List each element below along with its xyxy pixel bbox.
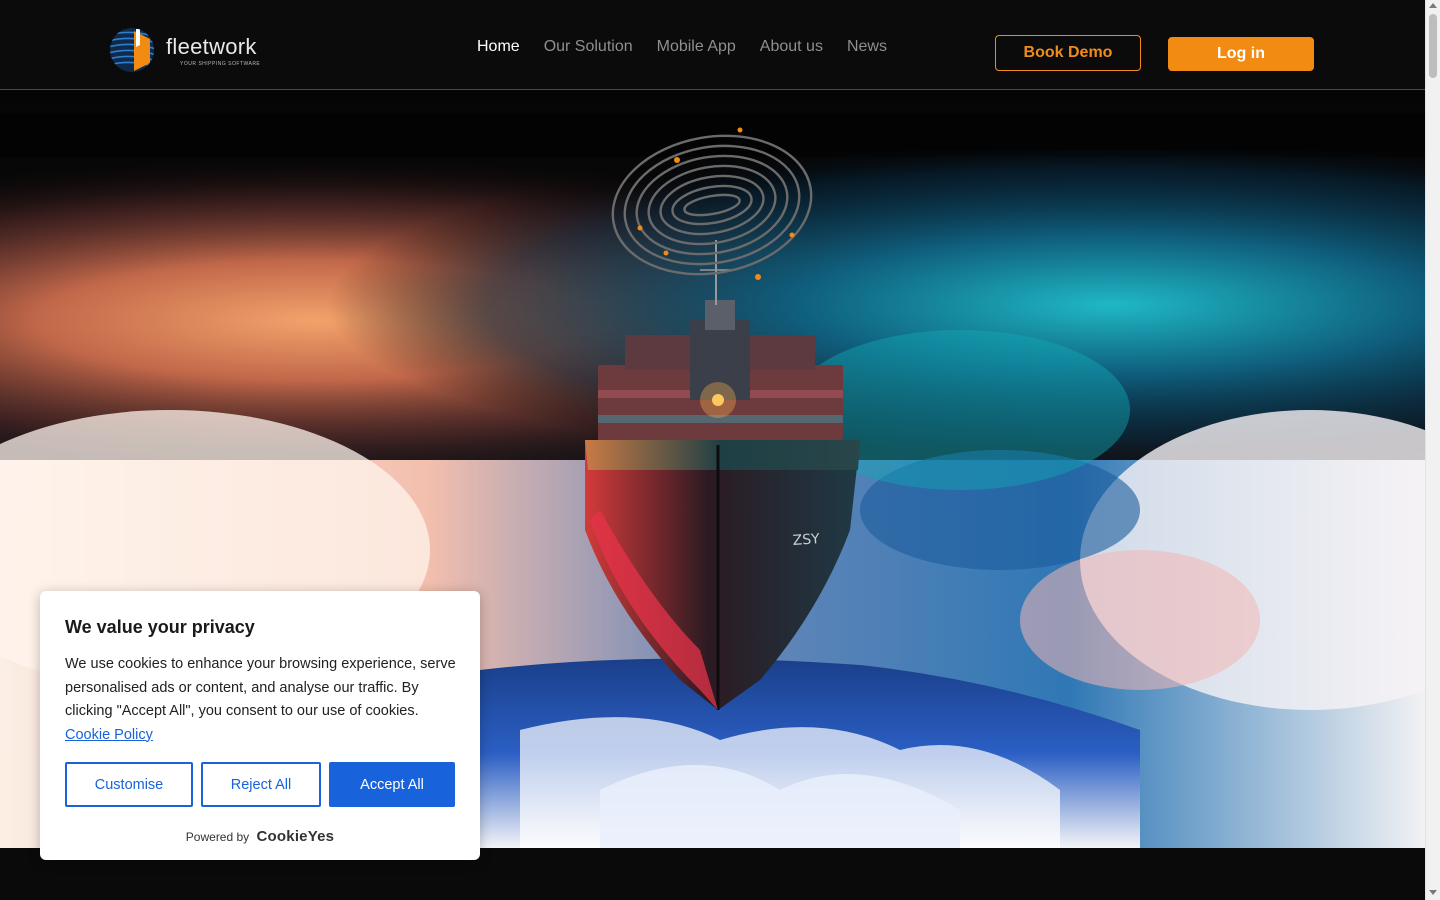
nav-news[interactable]: News [847, 38, 887, 56]
main-nav: Home Our Solution Mobile App About us Ne… [477, 38, 887, 56]
cookie-body-text: We use cookies to enhance your browsing … [65, 656, 456, 719]
book-demo-button[interactable]: Book Demo [995, 35, 1141, 71]
cookieyes-logo[interactable]: CookieYes [257, 828, 335, 845]
scroll-down-arrow-icon[interactable] [1429, 890, 1437, 895]
page: fleetwork YOUR SHIPPING SOFTWARE Home Ou… [0, 0, 1440, 900]
powered-by-label: Powered by [185, 830, 250, 844]
reject-all-button[interactable]: Reject All [201, 762, 321, 807]
page-scrollbar[interactable] [1425, 0, 1440, 900]
accept-all-button[interactable]: Accept All [329, 762, 455, 807]
powered-by: Powered by CookieYes [40, 828, 480, 845]
fleetwork-logo[interactable]: fleetwork YOUR SHIPPING SOFTWARE [104, 24, 264, 76]
scroll-up-arrow-icon[interactable] [1429, 3, 1437, 8]
svg-text:ZSY: ZSY [792, 531, 821, 549]
cookie-title: We value your privacy [65, 617, 255, 637]
top-navigation-bar: fleetwork YOUR SHIPPING SOFTWARE Home Ou… [0, 0, 1425, 90]
logo-globe-icon [110, 28, 154, 72]
cookie-consent-dialog: We value your privacy We use cookies to … [40, 591, 480, 860]
logo-wordmark: fleetwork [166, 34, 257, 59]
nav-mobile-app[interactable]: Mobile App [657, 38, 736, 56]
nav-our-solution[interactable]: Our Solution [544, 38, 633, 56]
logo-tagline: YOUR SHIPPING SOFTWARE [180, 61, 261, 67]
nav-about-us[interactable]: About us [760, 38, 823, 56]
cookie-policy-link[interactable]: Cookie Policy [65, 727, 153, 743]
customise-button[interactable]: Customise [65, 762, 193, 807]
cookie-description: We use cookies to enhance your browsing … [65, 653, 460, 747]
login-button[interactable]: Log in [1168, 37, 1314, 71]
scrollbar-thumb[interactable] [1429, 14, 1437, 78]
nav-home[interactable]: Home [477, 38, 520, 56]
